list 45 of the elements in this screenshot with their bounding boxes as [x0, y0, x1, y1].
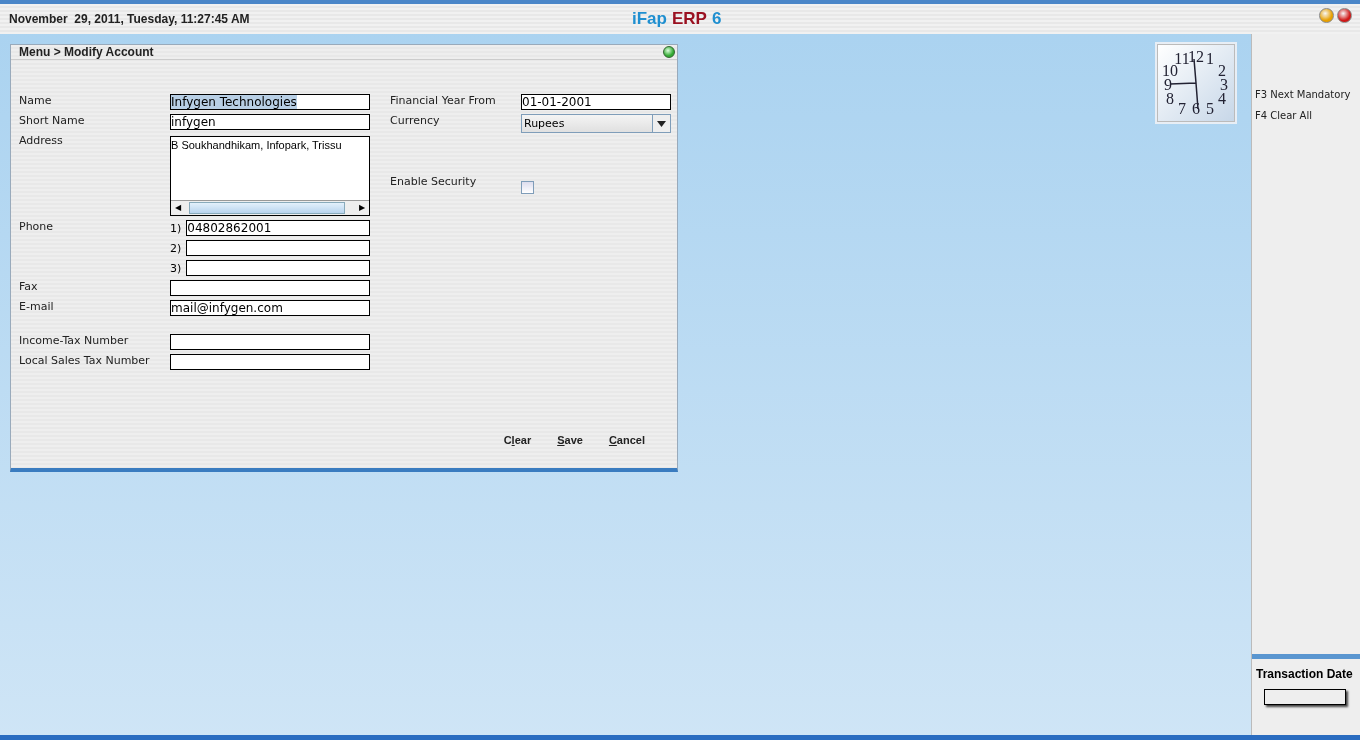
action-button[interactable]: Clear	[503, 432, 532, 448]
status-icon[interactable]	[663, 46, 675, 58]
line-number: 3)	[170, 261, 182, 275]
field-label: Income-Tax Number	[19, 334, 130, 348]
breadcrumb: Menu > Modify Account	[19, 45, 154, 59]
field-label: Financial Year From	[390, 94, 497, 108]
field-label: Fax	[19, 280, 39, 294]
transaction-date-field[interactable]	[1264, 689, 1346, 705]
caret-icon	[657, 120, 666, 127]
text-field[interactable]: mail@infygen.com	[170, 300, 370, 316]
address-field[interactable]: B Soukhandhikam, Infopark, Trissu ◀ ▶	[170, 136, 370, 216]
scroll-right-arrow[interactable]: ▶	[355, 203, 369, 213]
field-label: Transaction Date	[1256, 667, 1354, 681]
currency-dropdown[interactable]: Rupees	[521, 114, 671, 133]
field-label: Name	[19, 94, 53, 108]
field-label: Currency	[390, 114, 441, 128]
text-field[interactable]	[170, 334, 370, 350]
clock-drawing: 1112 1 10 2 9 3 8 4 7 6 5	[1157, 44, 1235, 122]
checkbox[interactable]	[521, 181, 534, 194]
line-number: 2)	[170, 241, 182, 255]
field-label: Local Sales Tax Number	[19, 354, 151, 368]
text-field[interactable]: infygen	[170, 114, 370, 130]
app-title: iFap ERP 6	[632, 9, 722, 29]
text-field[interactable]: Infygen Technologies	[170, 94, 370, 110]
field-label: Short Name	[19, 114, 86, 128]
phone-field[interactable]	[186, 240, 370, 256]
scroll-left-arrow[interactable]: ◀	[171, 203, 185, 213]
action-button[interactable]: Save	[557, 432, 583, 448]
phone-field[interactable]	[186, 260, 370, 276]
field-label: Address	[19, 134, 64, 148]
date-time: November 29, 2011, Tuesday, 11:27:45 AM	[9, 12, 250, 26]
text-field[interactable]	[170, 280, 370, 296]
date-field[interactable]: 01-01-2001	[521, 94, 671, 110]
field-label: Phone	[19, 220, 55, 234]
close-button[interactable]	[1337, 8, 1352, 23]
shortcut-hint: F3 Next Mandatory	[1255, 89, 1352, 100]
field-label: Enable Security	[390, 175, 478, 189]
shortcut-hint: F4 Clear All	[1255, 110, 1314, 121]
field-label: E-mail	[19, 300, 55, 314]
horizontal-scrollbar[interactable]: ◀ ▶	[171, 200, 369, 215]
action-button[interactable]: Cancel	[608, 432, 645, 448]
dropdown-button[interactable]	[652, 115, 670, 132]
text-field[interactable]	[170, 354, 370, 370]
phone-field[interactable]: 04802862001	[186, 220, 370, 236]
line-number: 1)	[170, 221, 182, 235]
